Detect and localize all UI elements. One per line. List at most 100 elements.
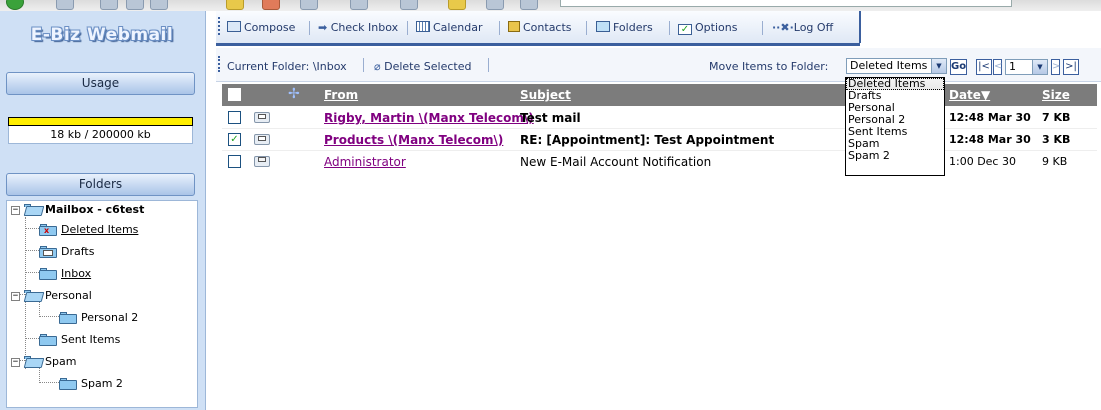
contacts-button[interactable]: Contacts [508,21,572,35]
folder-icon [39,334,57,346]
date-column-label: Date [949,88,981,102]
go-button[interactable]: Go [950,59,967,75]
date-column-header[interactable]: Date▼ [949,88,990,102]
row-subject[interactable]: Test mail [520,111,581,125]
tree-root-label: Mailbox - c6test [45,203,145,216]
folder-icon [59,312,77,324]
tree-item-deleted-items[interactable]: x Deleted Items [39,221,138,239]
browser-media-icon[interactable] [486,0,504,10]
row-size: 9 KB [1042,155,1068,168]
calendar-button[interactable]: Calendar [416,21,482,35]
move-folder-select[interactable]: Deleted Items ▼ [846,58,947,74]
usage-heading: Usage [6,72,195,95]
browser-print-icon[interactable] [350,0,368,10]
unread-mail-icon [254,110,270,123]
browser-tools-icon[interactable] [226,0,244,10]
collapse-icon[interactable]: − [11,205,20,215]
tree-item-mailbox[interactable]: − Mailbox - c6test [11,201,144,219]
browser-history-icon[interactable] [300,0,318,10]
browser-back-icon[interactable] [6,0,24,10]
browser-edit-icon[interactable] [400,0,418,10]
folder-open-icon [23,290,45,302]
browser-refresh-icon[interactable] [126,0,144,10]
toolbar-grip[interactable] [218,56,220,72]
row-subject[interactable]: New E-Mail Account Notification [520,155,711,169]
folders-label: Folders [613,21,653,34]
row-from[interactable]: Administrator [324,155,406,169]
browser-folder-icon[interactable] [448,0,466,10]
calendar-icon [416,21,430,32]
folder-icon [59,378,77,390]
tree-item-sent-items[interactable]: Sent Items [39,331,120,349]
browser-address-bar[interactable] [560,0,1012,7]
tree-item-personal-2[interactable]: Personal 2 [59,309,138,327]
log-off-icon: ··✖· [772,21,794,34]
first-page-button[interactable]: |< [976,59,992,75]
tree-item-spam[interactable]: − Spam [11,353,76,371]
tree-item-label: Personal 2 [81,311,139,324]
chevron-down-icon[interactable]: ▼ [931,59,946,73]
check-inbox-label: Check Inbox [330,21,399,34]
tree-item-personal[interactable]: − Personal [11,287,92,305]
unread-mail-icon [254,132,270,145]
table-row[interactable]: ✓ Products \(Manx Telecom\) RE: [Appoint… [222,128,1097,151]
usage-bar [8,117,193,126]
delete-selected-button[interactable]: ⌀ Delete Selected [374,60,471,73]
app-logo: E-Biz Webmail [30,25,174,45]
browser-stop-icon[interactable] [100,0,118,10]
collapse-icon[interactable]: − [11,291,20,301]
options-button[interactable]: ✓ Options [678,21,737,35]
compose-button[interactable]: Compose [227,21,295,35]
trash-folder-icon: x [39,224,57,236]
from-column-header[interactable]: From [324,88,358,102]
table-row[interactable]: Rigby, Martin \(Manx Telecom\) Test mail… [222,106,1097,129]
select-all-checkbox[interactable] [228,88,241,101]
contacts-icon [508,21,520,32]
browser-home-icon[interactable] [150,0,168,10]
folders-button[interactable]: Folders [596,21,653,35]
tree-item-drafts[interactable]: Drafts [39,243,94,261]
tree-item-inbox[interactable]: Inbox [39,265,91,283]
collapse-icon[interactable]: − [11,357,20,367]
row-from[interactable]: Rigby, Martin \(Manx Telecom\) [324,111,534,125]
next-page-button[interactable]: > [1051,59,1060,75]
dropdown-option[interactable]: Spam 2 [846,150,944,162]
page-select[interactable]: 1 ▼ [1005,59,1048,75]
tree-item-spam-2[interactable]: Spam 2 [59,375,123,393]
row-checkbox[interactable]: ✓ [228,133,241,146]
tree-item-label: Drafts [61,245,95,258]
log-off-button[interactable]: ··✖·Log Off [772,21,833,35]
table-row[interactable]: Administrator New E-Mail Account Notific… [222,150,1097,172]
options-label: Options [695,21,738,34]
browser-globe-icon[interactable] [520,0,538,10]
tree-item-label: Personal [45,289,92,302]
compose-label: Compose [244,21,296,34]
row-from[interactable]: Products \(Manx Telecom\) [324,133,503,147]
chevron-down-icon[interactable]: ▼ [1032,60,1047,74]
tree-item-label: Deleted Items [61,223,139,236]
move-folder-dropdown: Deleted Items Drafts Personal Personal 2… [845,77,945,176]
move-items-label: Move Items to Folder: [709,60,829,73]
compose-icon [227,21,241,32]
toolbar-grip[interactable] [218,17,220,35]
row-size: 3 KB [1042,133,1071,146]
last-page-button[interactable]: >| [1063,59,1079,75]
row-checkbox[interactable] [228,155,241,168]
usage-bar-fill [9,118,192,125]
browser-forward-icon[interactable] [56,0,74,10]
folder-icon [39,268,57,280]
toolbar-divider [216,43,860,46]
browser-mail-icon[interactable] [262,0,280,10]
subject-column-header[interactable]: Subject [520,88,571,102]
left-pane: E-Biz Webmail Usage 18 kb / 200000 kb Fo… [0,11,206,410]
page-value: 1 [1009,60,1016,73]
row-date: 12:48 Mar 30 [949,133,1031,146]
check-inbox-button[interactable]: ➡ Check Inbox [318,21,398,35]
folders-heading: Folders [6,173,195,196]
prev-page-button[interactable]: < [993,59,1002,75]
row-checkbox[interactable] [228,111,241,124]
size-column-header[interactable]: Size [1042,88,1070,102]
options-check-icon: ✓ [678,24,692,35]
tree-item-label: Sent Items [61,333,121,346]
row-subject[interactable]: RE: [Appointment]: Test Appointment [520,133,774,147]
